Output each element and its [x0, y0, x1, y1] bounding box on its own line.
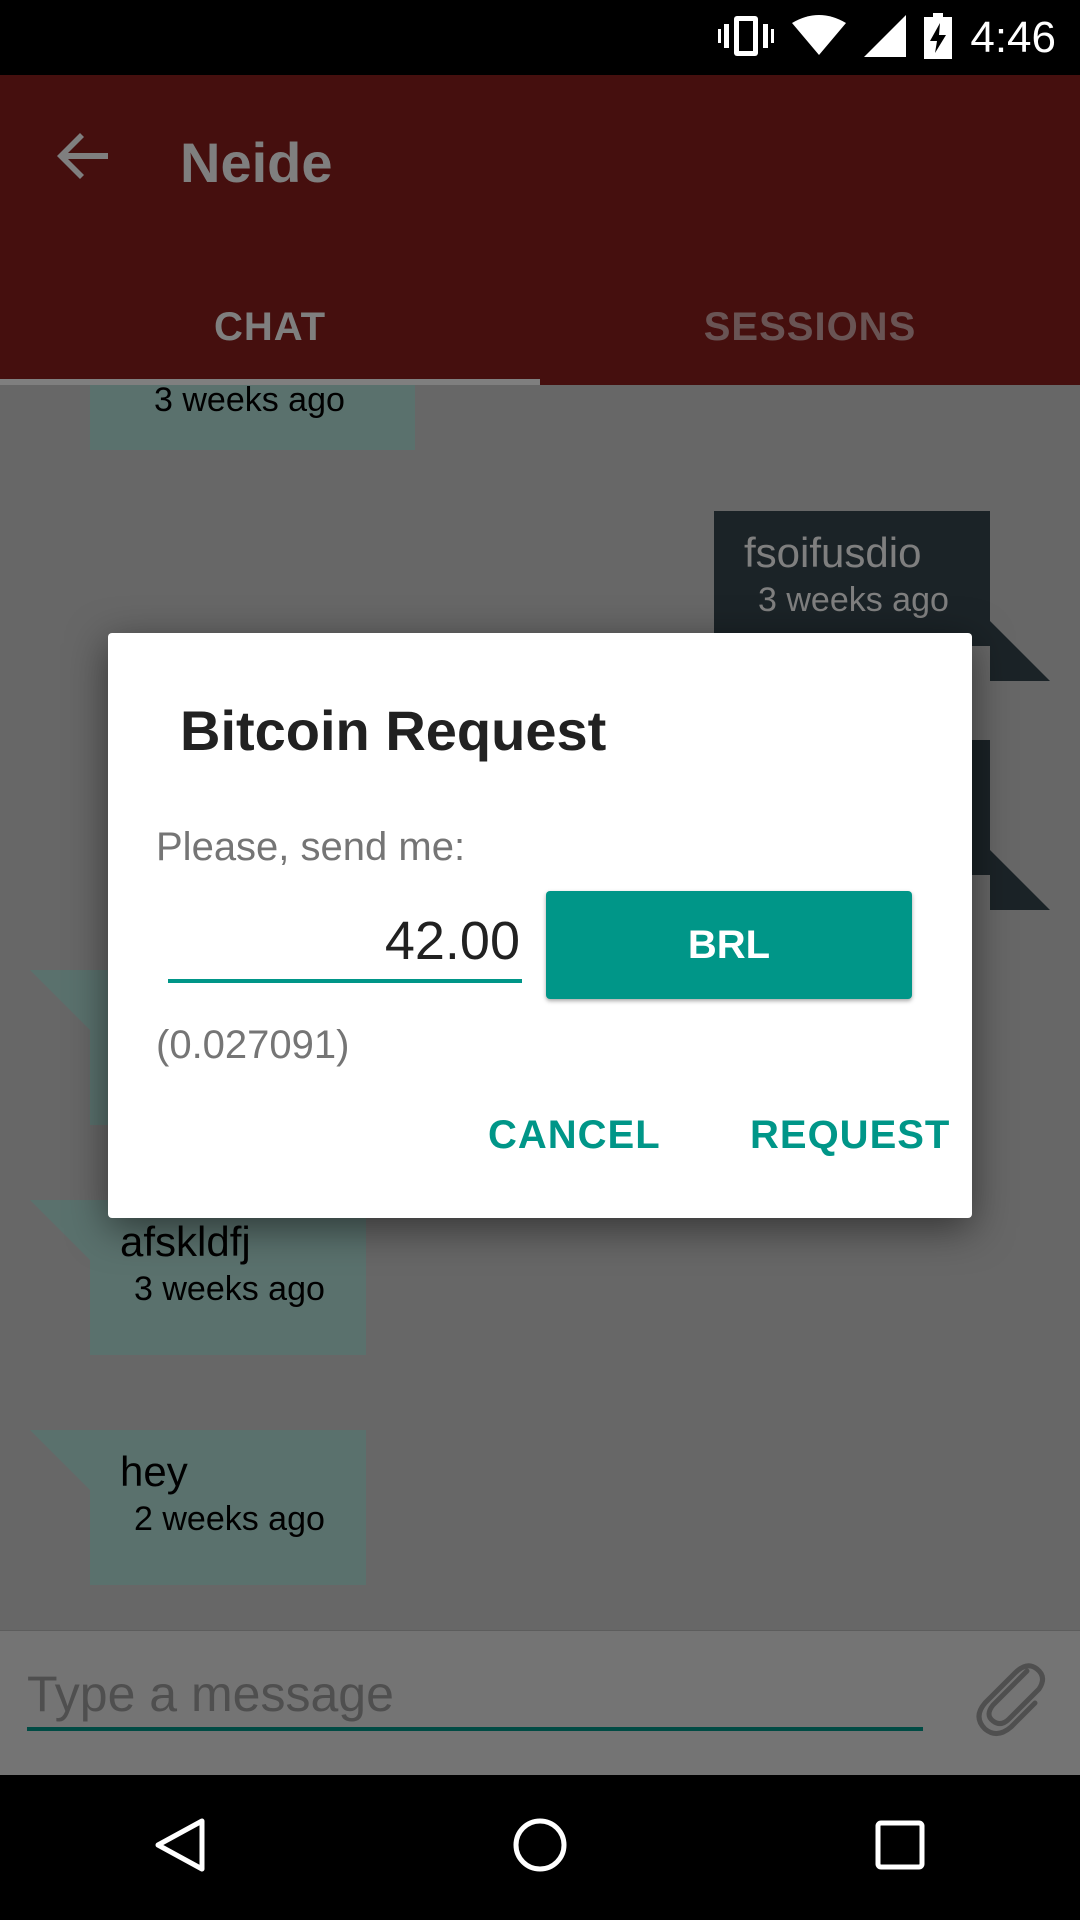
status-time: 4:46 [970, 13, 1056, 62]
cancel-button[interactable]: CANCEL [488, 1113, 661, 1158]
status-bar: 4:46 [0, 0, 1080, 75]
currency-button[interactable]: BRL [546, 891, 912, 999]
nav-home-button[interactable] [495, 1803, 585, 1893]
nav-recents-icon [872, 1817, 928, 1878]
nav-home-icon [510, 1815, 570, 1880]
dialog-title: Bitcoin Request [180, 699, 607, 762]
amount-input[interactable] [168, 903, 522, 983]
nav-back-icon [150, 1815, 210, 1880]
nav-recents-button[interactable] [855, 1803, 945, 1893]
signal-icon [864, 14, 907, 62]
wifi-icon [792, 14, 847, 62]
nav-back-button[interactable] [135, 1803, 225, 1893]
request-label: Please, send me: [156, 825, 466, 869]
battery-charging-icon [924, 12, 953, 64]
system-nav-bar [0, 1775, 1080, 1920]
converted-amount: (0.027091) [156, 1023, 350, 1067]
request-button[interactable]: REQUEST [750, 1113, 950, 1158]
bitcoin-request-dialog: Bitcoin Request Please, send me: BRL (0.… [108, 633, 972, 1218]
vibrate-icon [718, 14, 775, 63]
